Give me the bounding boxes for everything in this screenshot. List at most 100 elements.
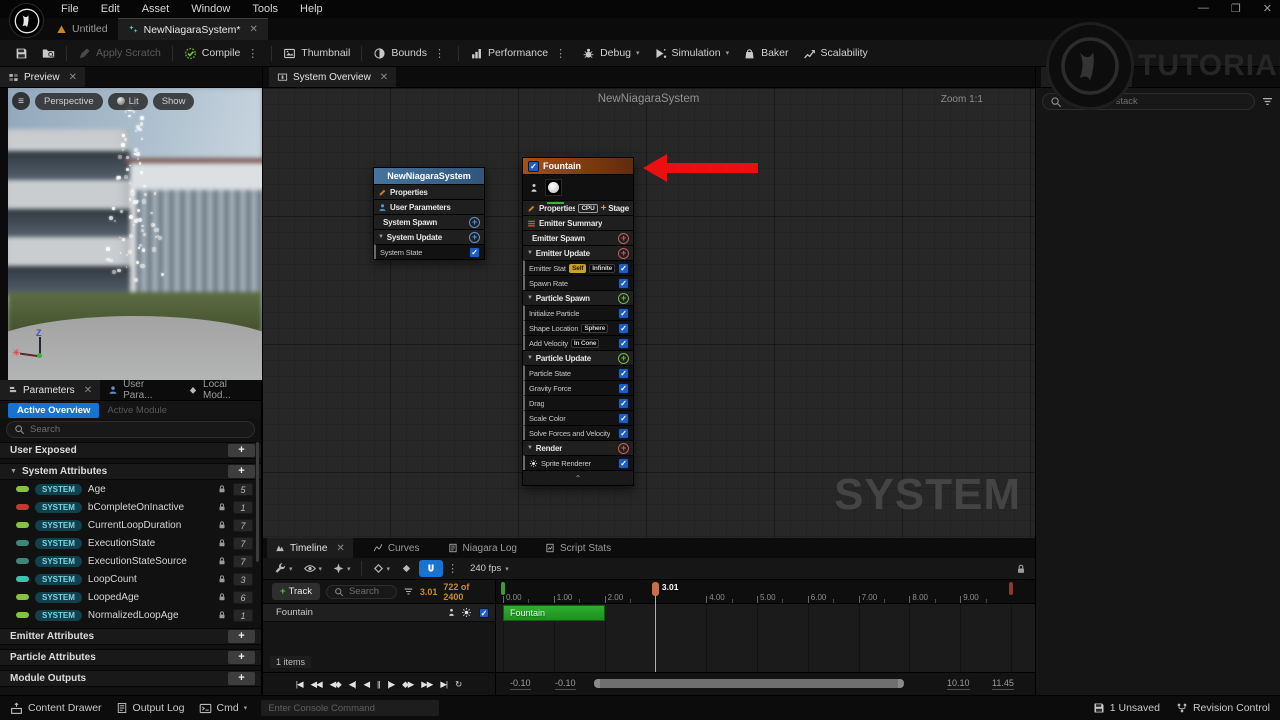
enabled-checkbox[interactable]: ✓ bbox=[618, 412, 629, 424]
lock-icon[interactable] bbox=[217, 538, 227, 548]
fountain-row-solve-forces-and-velocity[interactable]: Solve Forces and Velocity ✓ bbox=[523, 425, 633, 440]
add-track-button[interactable]: + Track bbox=[272, 583, 320, 600]
menu-edit[interactable]: Edit bbox=[90, 2, 131, 16]
lock-icon[interactable] bbox=[217, 520, 227, 530]
active-overview-button[interactable]: Active Overview bbox=[8, 402, 100, 418]
track-enabled-checkbox[interactable]: ✓ bbox=[479, 607, 489, 618]
transport-jump-back-button[interactable]: ◀◀ bbox=[307, 679, 325, 690]
fountain-row-add-velocity[interactable]: Add Velocity In Cone ✓ bbox=[523, 335, 633, 350]
auto-key-button[interactable] bbox=[396, 562, 417, 575]
tab-parameters[interactable]: Parameters ✕ bbox=[0, 380, 101, 400]
menu-tools[interactable]: Tools bbox=[241, 2, 289, 16]
revision-control-button[interactable]: Revision Control bbox=[1176, 702, 1270, 714]
parameter-row-loopcount[interactable]: SYSTEM LoopCount 3 bbox=[0, 570, 261, 588]
fountain-row-emitter-update[interactable]: ▼ Emitter Update + bbox=[523, 245, 633, 260]
system-row-system-state[interactable]: System State ✓ bbox=[374, 244, 484, 259]
keyframe-options-button[interactable]: ▾ bbox=[368, 562, 395, 575]
transport-prev-key-button[interactable]: ◀◆ bbox=[326, 679, 344, 690]
parameter-row-normalizedloopage[interactable]: SYSTEM NormalizedLoopAge 1 bbox=[0, 606, 261, 624]
unsaved-button[interactable]: 1 Unsaved bbox=[1093, 702, 1160, 714]
output-log-button[interactable]: Output Log bbox=[116, 702, 185, 714]
add-module-button[interactable]: + bbox=[618, 352, 629, 364]
playback-range-start-grip[interactable] bbox=[501, 582, 505, 595]
system-row-user-parameters[interactable]: User Parameters bbox=[374, 199, 484, 214]
system-row-system-spawn[interactable]: System Spawn + bbox=[374, 214, 484, 229]
viewport-menu-button[interactable]: ≡ bbox=[12, 92, 30, 110]
transport-jump-forward-button[interactable]: ▶▶ bbox=[418, 679, 436, 690]
add-module-button[interactable]: + bbox=[618, 442, 629, 454]
system-node-header[interactable]: NewNiagaraSystem bbox=[374, 168, 484, 184]
isolate-icon[interactable] bbox=[529, 182, 539, 194]
close-icon[interactable]: ✕ bbox=[69, 72, 77, 83]
enabled-checkbox[interactable]: ✓ bbox=[469, 246, 480, 258]
section-module-outputs[interactable]: Module Outputs + bbox=[0, 670, 261, 687]
playback-range-end-grip[interactable] bbox=[1009, 582, 1013, 595]
tab-script-stats[interactable]: Script Stats bbox=[537, 538, 619, 558]
playhead-line[interactable] bbox=[654, 586, 656, 672]
preview-viewport[interactable]: ≡ Perspective Lit Show Z ✳ bbox=[8, 88, 262, 380]
menu-window[interactable]: Window bbox=[180, 2, 241, 16]
more-options-icon[interactable]: ⋮ bbox=[553, 47, 568, 60]
fountain-track-row[interactable]: Fountain ✓ bbox=[262, 604, 495, 622]
fountain-node-header[interactable]: ✓ Fountain bbox=[523, 158, 633, 174]
view-end-value[interactable]: 10.10 bbox=[947, 678, 970, 690]
tab-niagara-log[interactable]: Niagara Log bbox=[440, 538, 525, 558]
tab-local-mod[interactable]: Local Mod... bbox=[180, 379, 261, 401]
toolbar-apply-scratch-button[interactable]: Apply Scratch bbox=[71, 40, 168, 66]
transport-play-reverse-button[interactable]: ◀ bbox=[360, 679, 373, 690]
fountain-timeline-bar[interactable]: Fountain bbox=[503, 605, 605, 621]
section-user-exposed[interactable]: User Exposed + bbox=[0, 442, 261, 459]
fountain-row-emitter-state[interactable]: Emitter State Self Infinite ✓ bbox=[523, 260, 633, 275]
enabled-checkbox[interactable]: ✓ bbox=[618, 322, 629, 334]
emitter-thumbnail[interactable] bbox=[545, 179, 562, 196]
toolbar-compile-button[interactable]: Compile ⋮ bbox=[177, 40, 268, 66]
menu-file[interactable]: File bbox=[50, 2, 90, 16]
enabled-checkbox[interactable]: ✓ bbox=[618, 397, 629, 409]
enabled-checkbox[interactable]: ✓ bbox=[618, 337, 629, 349]
close-icon[interactable]: ✕ bbox=[380, 72, 388, 83]
more-options-icon[interactable]: ⋮ bbox=[245, 47, 260, 60]
transport-next-key-button[interactable]: ◆▶ bbox=[399, 679, 417, 690]
current-time-value[interactable]: 3.01 bbox=[420, 587, 438, 597]
add-parameter-button[interactable]: + bbox=[228, 444, 255, 457]
add-module-button[interactable]: + bbox=[469, 216, 480, 228]
fountain-row-shape-location[interactable]: Shape Location Sphere ✓ bbox=[523, 320, 633, 335]
close-icon[interactable]: ✕ bbox=[336, 543, 344, 554]
playback-options-button[interactable]: ▾ bbox=[328, 562, 355, 575]
fountain-row-emitter-summary[interactable]: Emitter Summary bbox=[523, 215, 633, 230]
lock-icon[interactable] bbox=[217, 484, 227, 494]
view-start-value[interactable]: -0.10 bbox=[555, 678, 576, 690]
lock-icon[interactable] bbox=[217, 610, 227, 620]
transport-go-to-start-button[interactable]: |◀ bbox=[292, 679, 306, 690]
transport-loop-button[interactable]: ↻ bbox=[452, 679, 465, 690]
fountain-emitter-node[interactable]: ✓ Fountain Properties CPU + Stage Emitte… bbox=[522, 157, 634, 486]
lock-icon[interactable] bbox=[217, 502, 227, 512]
close-icon[interactable]: ✕ bbox=[1115, 72, 1123, 83]
section-system-attributes[interactable]: ▼ System Attributes + bbox=[0, 463, 261, 480]
toolbar-simulation-button[interactable]: Simulation ▾ bbox=[647, 40, 737, 66]
enabled-checkbox[interactable]: ✓ bbox=[618, 457, 629, 469]
system-node[interactable]: NewNiagaraSystem Properties User Paramete… bbox=[373, 167, 485, 260]
close-icon[interactable]: ✕ bbox=[84, 385, 92, 396]
transport-pause-button[interactable]: || bbox=[374, 679, 383, 689]
fountain-row-render[interactable]: ▼ Render + bbox=[523, 440, 633, 455]
timeline-ruler[interactable]: 0.00 1.00 2.00 4.00 5.00 6.00 7.00 8.00 9.00 bbox=[495, 580, 1035, 604]
transport-step-forward-button[interactable]: |▶ bbox=[384, 679, 398, 690]
add-parameter-button[interactable]: + bbox=[228, 630, 255, 643]
parameters-search-input[interactable]: Search bbox=[6, 421, 255, 438]
enabled-checkbox[interactable]: ✓ bbox=[618, 277, 629, 289]
toolbar-baker-button[interactable]: Baker bbox=[736, 40, 795, 66]
parameter-row-executionstatesource[interactable]: SYSTEM ExecutionStateSource 7 bbox=[0, 552, 261, 570]
add-module-button[interactable]: + bbox=[618, 292, 629, 304]
transport-step-back-button[interactable]: ◀| bbox=[345, 679, 359, 690]
fountain-row-drag[interactable]: Drag ✓ bbox=[523, 395, 633, 410]
enabled-checkbox[interactable]: ✓ bbox=[618, 427, 629, 439]
fountain-row-scale-color[interactable]: Scale Color ✓ bbox=[523, 410, 633, 425]
tab-preview[interactable]: Preview ✕ bbox=[0, 67, 85, 87]
fountain-row-gravity-force[interactable]: Gravity Force ✓ bbox=[523, 380, 633, 395]
range-start-value[interactable]: -0.10 bbox=[510, 678, 531, 690]
enabled-checkbox[interactable]: ✓ bbox=[618, 307, 629, 319]
tab-curves[interactable]: Curves bbox=[365, 538, 428, 558]
fountain-row-sprite-renderer[interactable]: Sprite Renderer ✓ bbox=[523, 455, 633, 470]
toolbar-browse-button[interactable] bbox=[35, 40, 62, 66]
